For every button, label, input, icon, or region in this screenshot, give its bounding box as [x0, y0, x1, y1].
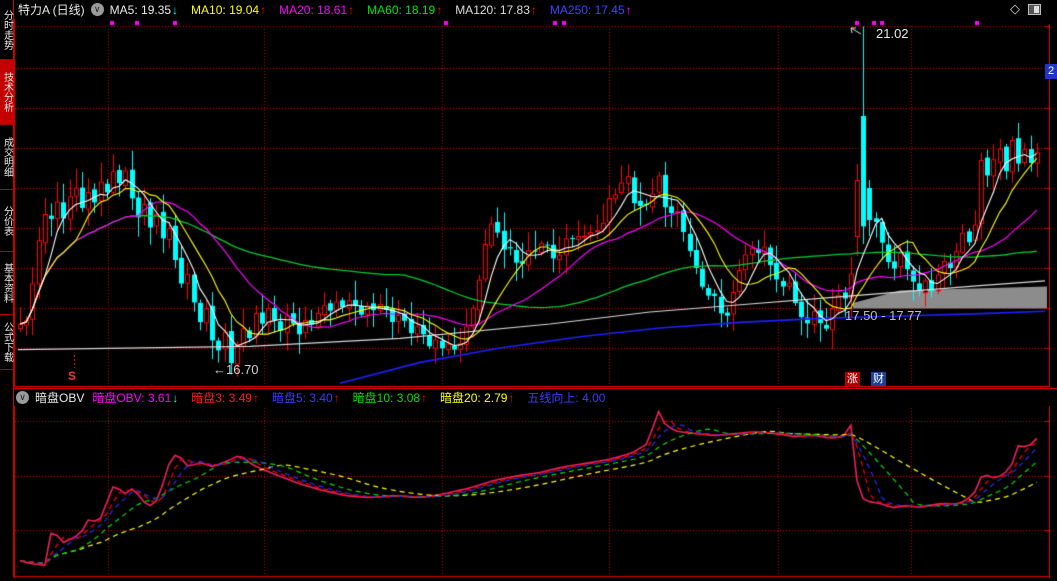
indicator-settings-icon[interactable]: ∨ [16, 391, 29, 404]
zhang-badge[interactable]: 涨 [845, 372, 860, 386]
ma-legend-item-text: MA120: 17.83 [455, 2, 530, 17]
sidebar-item-3[interactable]: 分价表 [0, 190, 13, 252]
ma-legend-item-5[interactable]: MA250: 17.45↑ [550, 3, 632, 17]
obv-legend-item-text: 暗盘5: 3.40 [271, 390, 333, 405]
sidebar-item-label: 成交明细 [1, 137, 13, 177]
trend-arrow-icon: ↑ [252, 390, 259, 405]
ma-settings-icon[interactable]: ∨ [90, 3, 104, 16]
obv-legend-item-text: 暗盘OBV: 3.61 [92, 390, 172, 405]
obv-legend-item-text: 暗盘20: 2.79 [440, 390, 508, 405]
ma-legend-item-text: MA250: 17.45 [549, 2, 625, 17]
window-icon[interactable] [1028, 3, 1041, 15]
obv-legend-item-text: 五线向上: 4.00 [527, 390, 606, 405]
low-price-annotation: ←16.70 [213, 362, 259, 377]
indicator-header-bar: ∨ 暗盘OBV 暗盘OBV: 3.61↓ 暗盘3: 3.49↑ 暗盘5: 3.40↑… [0, 388, 1057, 406]
trend-arrow-icon: ↑ [333, 390, 340, 405]
trend-arrow-icon: ↑ [508, 390, 515, 405]
ma-legend-item-text: MA20: 18.61 [279, 2, 348, 17]
indicator-legend: 暗盘OBV: 3.61↓ 暗盘3: 3.49↑ 暗盘5: 3.40↑ 暗盘10: 3.… [92, 389, 618, 407]
ma-legend-item-text: MA60: 18.19 [367, 2, 436, 17]
sidebar-item-label: 分时走势 [1, 9, 13, 50]
left-nav-sidebar: 分时走势技术分析成交明细分价表基本资料公式下载 [0, 0, 14, 577]
ma-legend-item-text: MA5: 19.35 [109, 2, 172, 17]
sidebar-item-2[interactable]: 成交明细 [0, 125, 13, 190]
trend-arrow-icon: ↓ [172, 390, 179, 405]
sidebar-item-5[interactable]: 公式下载 [0, 315, 13, 370]
sell-signal-marker: S [68, 369, 77, 383]
ma-legend-item-0[interactable]: MA5: 19.35↓ [110, 3, 178, 17]
sidebar-item-0[interactable]: 分时走势 [0, 0, 13, 60]
obv-legend-item-4[interactable]: 暗盘20: 2.79↑ [440, 391, 514, 405]
ma-legend-item-text: MA10: 19.04 [191, 2, 260, 17]
sidebar-item-1[interactable]: 技术分析 [0, 60, 13, 125]
ma-legend-item-4[interactable]: MA120: 17.83↑ [455, 3, 537, 17]
ma-legend: MA5: 19.35↓ MA10: 19.04↑ MA20: 18.61↑ MA60:… [110, 1, 645, 19]
obv-legend-item-0[interactable]: 暗盘OBV: 3.61↓ [92, 391, 178, 405]
diamond-icon[interactable]: ◇ [1010, 1, 1020, 17]
trend-arrow-icon: ↓ [172, 2, 179, 17]
ma-legend-item-1[interactable]: MA10: 19.04↑ [191, 3, 266, 17]
main-candlestick-chart[interactable] [14, 19, 1050, 387]
right-axis-badge: 2 [1045, 64, 1057, 79]
obv-legend-item-1[interactable]: 暗盘3: 3.49↑ [191, 391, 259, 405]
obv-legend-item-text: 暗盘3: 3.49 [191, 390, 252, 405]
stock-title: 特力A (日线) [18, 3, 85, 17]
obv-legend-item-text: 暗盘10: 3.08 [352, 390, 421, 405]
sidebar-item-label: 分价表 [1, 205, 13, 236]
high-price-annotation: 21.02 [876, 26, 909, 41]
sidebar-item-4[interactable]: 基本资料 [0, 252, 13, 315]
cai-badge[interactable]: 财 [871, 372, 886, 386]
obv-legend-item-2[interactable]: 暗盘5: 3.40↑ [272, 391, 340, 405]
obv-legend-item-3[interactable]: 暗盘10: 3.08↑ [353, 391, 427, 405]
band-range-annotation: 17.50 - 17.77 [845, 308, 922, 323]
chart-title-bar: 特力A (日线) ∨ MA5: 19.35↓ MA10: 19.04↑ MA20: … [14, 0, 1057, 19]
sidebar-item-label: 公式下载 [1, 322, 13, 362]
trend-arrow-icon: ↑ [530, 2, 537, 17]
sidebar-item-label: 基本资料 [1, 263, 13, 303]
ma-legend-item-3[interactable]: MA60: 18.19↑ [367, 3, 442, 17]
trend-arrow-icon: ↑ [421, 390, 428, 405]
sidebar-item-label: 技术分析 [1, 72, 13, 112]
trading-app-window: 分时走势技术分析成交明细分价表基本资料公式下载 特力A (日线) ∨ MA5: … [0, 0, 1057, 581]
trend-arrow-icon: ↑ [625, 2, 632, 17]
indicator-title: 暗盘OBV [35, 391, 85, 405]
obv-indicator-chart[interactable] [14, 405, 1050, 578]
ma-legend-item-2[interactable]: MA20: 18.61↑ [279, 3, 354, 17]
trend-arrow-icon: ↑ [436, 2, 443, 17]
obv-legend-item-5[interactable]: 五线向上: 4.00 [527, 391, 605, 405]
trend-arrow-icon: ↑ [260, 2, 267, 17]
trend-arrow-icon: ↑ [348, 2, 355, 17]
